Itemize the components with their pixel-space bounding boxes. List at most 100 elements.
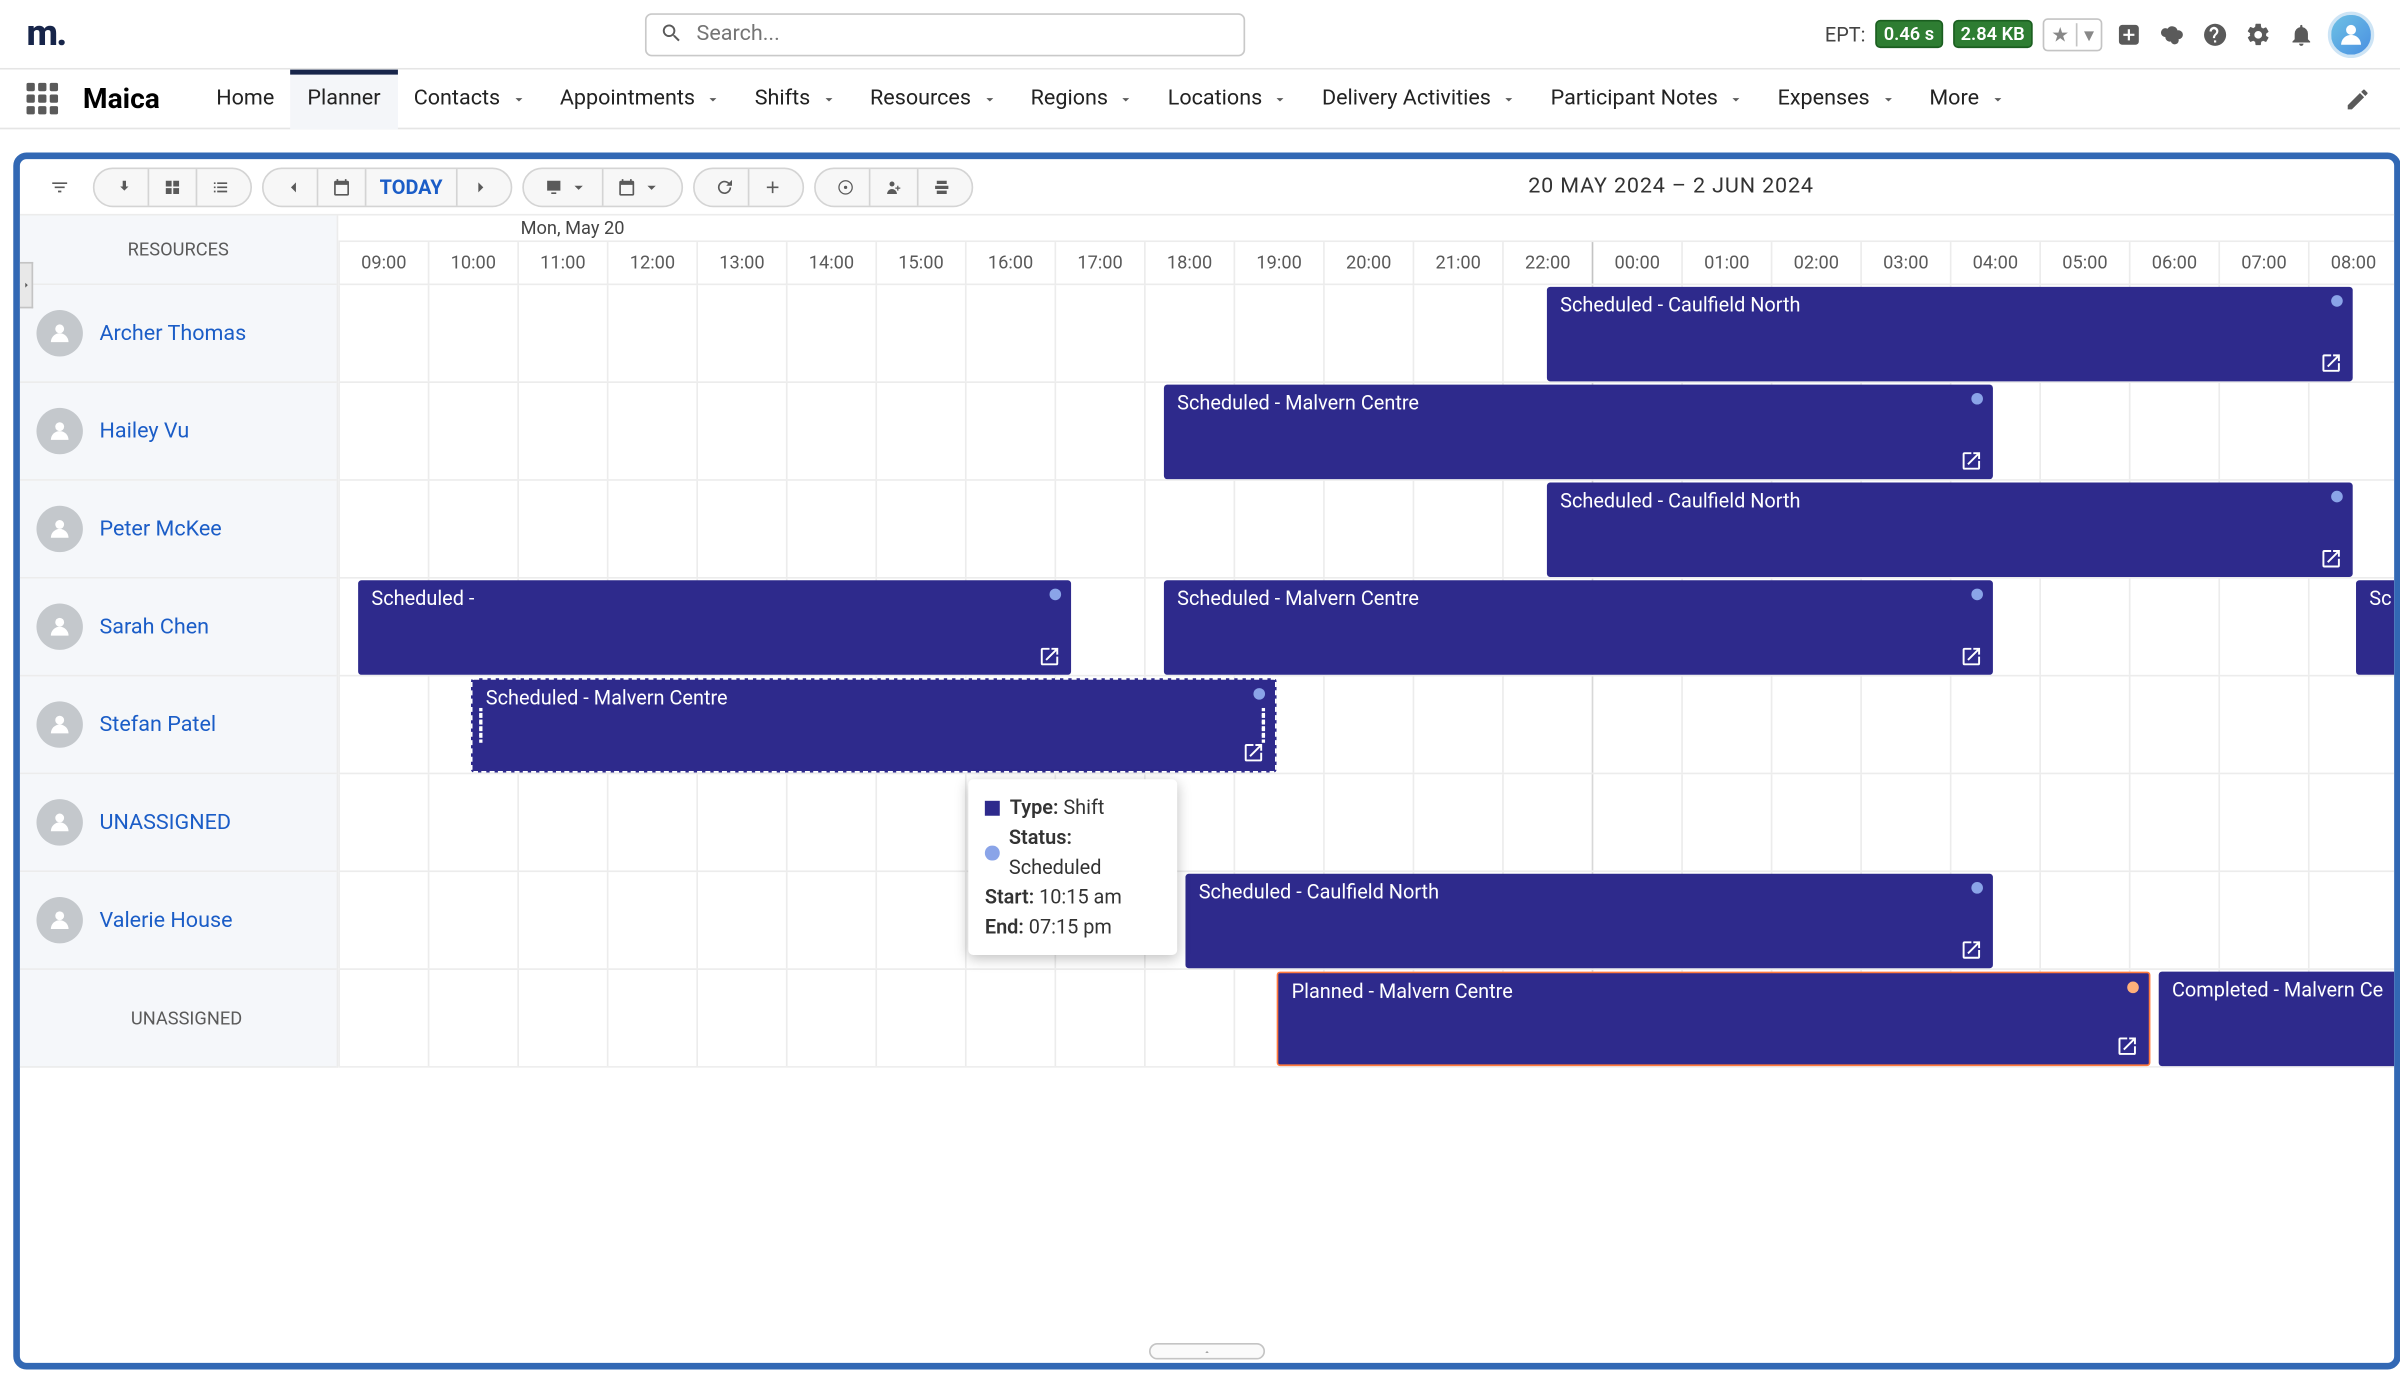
open-icon[interactable] <box>1242 741 1265 764</box>
shift-event[interactable]: Scheduled - Caulfield North <box>1185 874 1992 969</box>
bell-icon[interactable] <box>2285 17 2318 50</box>
open-icon[interactable] <box>1960 645 1983 668</box>
resize-handle-left[interactable] <box>478 706 488 739</box>
open-icon[interactable] <box>2116 1035 2139 1058</box>
add-icon[interactable] <box>2112 17 2145 50</box>
grid-cell <box>2308 383 2394 479</box>
timeline-row[interactable]: Scheduled - Caulfield North <box>338 481 2394 579</box>
planner-frame: TODAY 20 MAY 2024 – 2 JUN 2024 RESOURCES… <box>13 153 2400 1370</box>
open-icon[interactable] <box>1960 938 1983 961</box>
resources-header: RESOURCES <box>20 216 337 286</box>
nav-participant-notes[interactable]: Participant Notes <box>1534 69 1761 129</box>
nav-home[interactable]: Home <box>200 69 291 129</box>
add-button[interactable] <box>749 168 795 204</box>
edit-nav-icon[interactable] <box>2341 82 2374 115</box>
shift-event-completed[interactable]: Completed - Malvern Ce <box>2159 972 2394 1067</box>
shift-event[interactable]: Scheduled - <box>358 580 1071 675</box>
shift-event[interactable]: Scheduled - Caulfield North <box>1547 482 2353 577</box>
tool-a-button[interactable] <box>822 168 870 204</box>
grid-cell <box>517 970 607 1066</box>
grid-cell <box>1681 676 1771 772</box>
calendar-button[interactable] <box>318 168 366 204</box>
open-icon[interactable] <box>1960 449 1983 472</box>
refresh-button[interactable] <box>701 168 749 204</box>
resource-name-link[interactable]: Peter McKee <box>99 516 221 541</box>
global-search-input[interactable] <box>645 12 1245 55</box>
nav-locations[interactable]: Locations <box>1151 69 1305 129</box>
nav-planner[interactable]: Planner <box>291 69 397 129</box>
monitor-button[interactable] <box>530 168 603 204</box>
timeline-row[interactable]: Planned - Malvern Centre Completed - Mal… <box>338 970 2394 1068</box>
grid-cell <box>1323 676 1413 772</box>
shift-event[interactable]: Scheduled - Malvern Centre <box>1164 385 1993 480</box>
grid-button[interactable] <box>149 168 197 204</box>
shift-event[interactable]: Scheduled - Caulfield North <box>1547 287 2353 382</box>
favorite-toggle[interactable]: ★▾ <box>2043 17 2102 50</box>
grid-cell <box>2129 383 2219 479</box>
grid-cell <box>1413 285 1503 381</box>
resource-row[interactable]: Valerie House <box>20 872 337 970</box>
timeline-row[interactable]: Scheduled - Scheduled - Malvern Centre S… <box>338 579 2394 677</box>
nav-appointments[interactable]: Appointments <box>543 69 738 129</box>
download-button[interactable] <box>101 168 149 204</box>
shift-event-planned[interactable]: Planned - Malvern Centre <box>1277 972 2151 1067</box>
grid-cell <box>1950 676 2040 772</box>
resize-handle-right[interactable] <box>1260 706 1270 739</box>
resource-name-link[interactable]: Stefan Patel <box>99 712 216 737</box>
prev-button[interactable] <box>270 168 318 204</box>
app-launcher-icon[interactable] <box>27 82 60 115</box>
resource-row[interactable]: Sarah Chen <box>20 579 337 677</box>
expand-sidebar-handle[interactable] <box>20 262 33 308</box>
resource-name-link[interactable]: Archer Thomas <box>99 321 246 346</box>
nav-expenses[interactable]: Expenses <box>1761 69 1913 129</box>
timeline-row[interactable]: Scheduled - Malvern Centre <box>338 383 2394 481</box>
list-button[interactable] <box>197 168 243 204</box>
event-label: Scheduled - Malvern Centre <box>1177 391 1419 414</box>
grid-cell <box>2129 579 2219 675</box>
timeline-row[interactable]: Scheduled - Malvern Centre <box>338 676 2394 774</box>
shift-event[interactable]: Sc <box>2356 580 2394 675</box>
resource-name-link[interactable]: Sarah Chen <box>99 614 209 639</box>
salesforce-icon[interactable] <box>2155 17 2188 50</box>
resource-name-link[interactable]: Valerie House <box>99 908 232 933</box>
nav-regions[interactable]: Regions <box>1014 69 1151 129</box>
bottom-drawer-handle[interactable] <box>1149 1343 1265 1360</box>
avatar-icon <box>36 897 82 943</box>
chevron-down-icon <box>981 90 998 107</box>
help-icon[interactable] <box>2198 17 2231 50</box>
calendar-view-button[interactable] <box>603 168 674 204</box>
today-button[interactable]: TODAY <box>366 168 457 204</box>
grid-cell <box>2308 872 2394 968</box>
nav-more[interactable]: More <box>1913 69 2022 129</box>
tool-b-button[interactable] <box>870 168 918 204</box>
resource-row[interactable]: UNASSIGNED <box>20 774 337 872</box>
nav-shifts[interactable]: Shifts <box>738 69 853 129</box>
resource-name-link[interactable]: UNASSIGNED <box>99 810 231 835</box>
shift-event[interactable]: Scheduled - Malvern Centre <box>1164 580 1993 675</box>
open-icon[interactable] <box>2320 351 2343 374</box>
resource-row[interactable]: Stefan Patel <box>20 676 337 774</box>
resource-row[interactable]: Hailey Vu <box>20 383 337 481</box>
grid-cell <box>338 676 428 772</box>
open-icon[interactable] <box>1038 645 1061 668</box>
shift-event-selected[interactable]: Scheduled - Malvern Centre <box>471 678 1277 773</box>
resource-name-link[interactable]: Hailey Vu <box>99 419 189 444</box>
tool-c-button[interactable] <box>918 168 964 204</box>
event-label: Completed - Malvern Ce <box>2172 978 2383 1001</box>
nav-contacts[interactable]: Contacts <box>397 69 543 129</box>
timeline-row[interactable] <box>338 774 2394 872</box>
resource-row[interactable]: Peter McKee <box>20 481 337 579</box>
user-avatar[interactable] <box>2328 11 2374 57</box>
open-icon[interactable] <box>2320 547 2343 570</box>
app-nav: Maica HomePlannerContactsAppointmentsShi… <box>0 70 2400 130</box>
resource-row[interactable]: Archer Thomas <box>20 285 337 383</box>
nav-resources[interactable]: Resources <box>853 69 1014 129</box>
timeline-row[interactable]: Scheduled - Caulfield North <box>338 872 2394 970</box>
gear-icon[interactable] <box>2242 17 2275 50</box>
timeline-row[interactable]: Scheduled - Caulfield North <box>338 285 2394 383</box>
filter-button[interactable] <box>36 167 82 207</box>
timeline-grid: Mon, May 20 09:0010:0011:0012:0013:0014:… <box>338 216 2394 1068</box>
time-header-cell: 10:00 <box>428 242 518 283</box>
next-button[interactable] <box>458 168 504 204</box>
nav-delivery-activities[interactable]: Delivery Activities <box>1305 69 1534 129</box>
